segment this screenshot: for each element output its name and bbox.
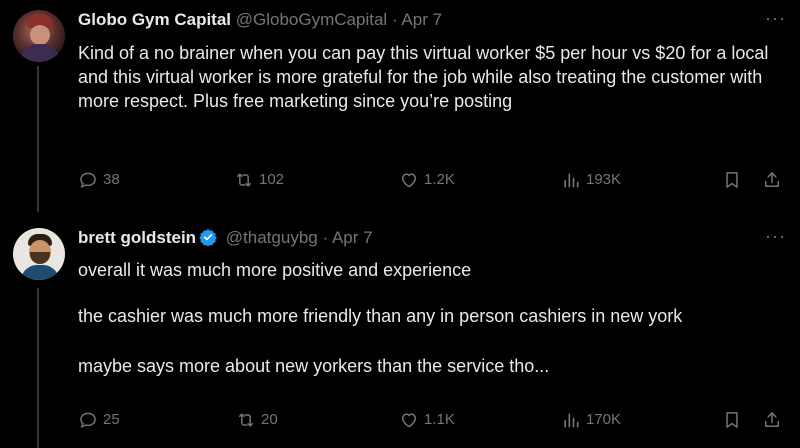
user-handle[interactable]: @GloboGymCapital — [236, 10, 387, 29]
avatar[interactable] — [13, 228, 65, 280]
reply-count: 25 — [103, 411, 120, 428]
like-count: 1.2K — [424, 171, 455, 188]
share-icon — [765, 412, 779, 427]
bookmark-button[interactable] — [722, 170, 747, 190]
avatar-body — [21, 265, 59, 280]
avatar-body — [21, 44, 59, 62]
separator-dot: · — [322, 228, 329, 247]
reply-count: 38 — [103, 171, 120, 188]
like-button[interactable]: 1.1K — [399, 410, 455, 430]
action-bar: 25 20 1.1K 170K — [78, 410, 788, 436]
avatar-beard — [30, 252, 50, 264]
reply-icon — [80, 412, 96, 428]
tweet-header: Globo Gym Capital @GloboGymCapital · Apr… — [78, 10, 442, 30]
heart-icon — [401, 173, 417, 188]
reply-button[interactable]: 25 — [78, 410, 120, 430]
tweet-paragraph: the cashier was much more friendly than … — [78, 306, 683, 326]
avatar[interactable] — [13, 10, 65, 62]
views-button[interactable]: 170K — [561, 410, 621, 430]
share-button[interactable] — [762, 410, 787, 430]
bookmark-icon — [726, 412, 738, 428]
tweet-text: Kind of a no brainer when you can pay th… — [78, 41, 778, 113]
views-button[interactable]: 193K — [561, 170, 621, 190]
retweet-icon — [239, 413, 253, 427]
tweet-date[interactable]: Apr 7 — [401, 10, 442, 29]
retweet-button[interactable]: 20 — [236, 410, 278, 430]
tweet-date[interactable]: Apr 7 — [332, 228, 373, 247]
retweet-count: 20 — [261, 411, 278, 428]
tweet-paragraph: overall it was much more positive and ex… — [78, 260, 472, 280]
thread-line — [37, 66, 39, 212]
analytics-icon — [564, 173, 579, 188]
display-name[interactable]: Globo Gym Capital — [78, 10, 231, 29]
tweet-text: overall it was much more positive and ex… — [78, 258, 778, 378]
separator-dot: · — [391, 10, 398, 29]
tweet-paragraph: Kind of a no brainer when you can pay th… — [78, 43, 769, 111]
tweet-brett-goldstein[interactable]: brett goldstein @thatguybg · Apr 7 ··· o… — [0, 212, 800, 448]
share-icon — [765, 172, 779, 187]
retweet-icon — [237, 173, 251, 187]
reply-icon — [80, 172, 96, 188]
thread-line — [37, 288, 39, 448]
bookmark-button[interactable] — [722, 410, 747, 430]
more-options-icon[interactable]: ··· — [765, 8, 786, 29]
user-handle[interactable]: @thatguybg — [226, 228, 318, 247]
bookmark-icon — [726, 172, 738, 188]
retweet-count: 102 — [259, 171, 285, 188]
like-count: 1.1K — [424, 411, 455, 428]
tweet-header: brett goldstein @thatguybg · Apr 7 — [78, 228, 373, 251]
avatar-face — [30, 25, 50, 45]
like-button[interactable]: 1.2K — [399, 170, 455, 190]
action-bar: 38 102 1.2K 193K — [78, 170, 788, 196]
retweet-button[interactable]: 102 — [234, 170, 284, 190]
share-button[interactable] — [762, 170, 787, 190]
more-options-icon[interactable]: ··· — [765, 226, 786, 247]
tweet-paragraph: maybe says more about new yorkers than t… — [78, 356, 550, 376]
views-count: 193K — [586, 171, 622, 188]
tweet-globo-gym[interactable]: Globo Gym Capital @GloboGymCapital · Apr… — [0, 0, 800, 212]
analytics-icon — [564, 413, 579, 428]
verified-badge-icon — [199, 228, 217, 251]
display-name[interactable]: brett goldstein — [78, 228, 196, 247]
heart-icon — [401, 413, 417, 428]
views-count: 170K — [586, 411, 622, 428]
reply-button[interactable]: 38 — [78, 170, 120, 190]
